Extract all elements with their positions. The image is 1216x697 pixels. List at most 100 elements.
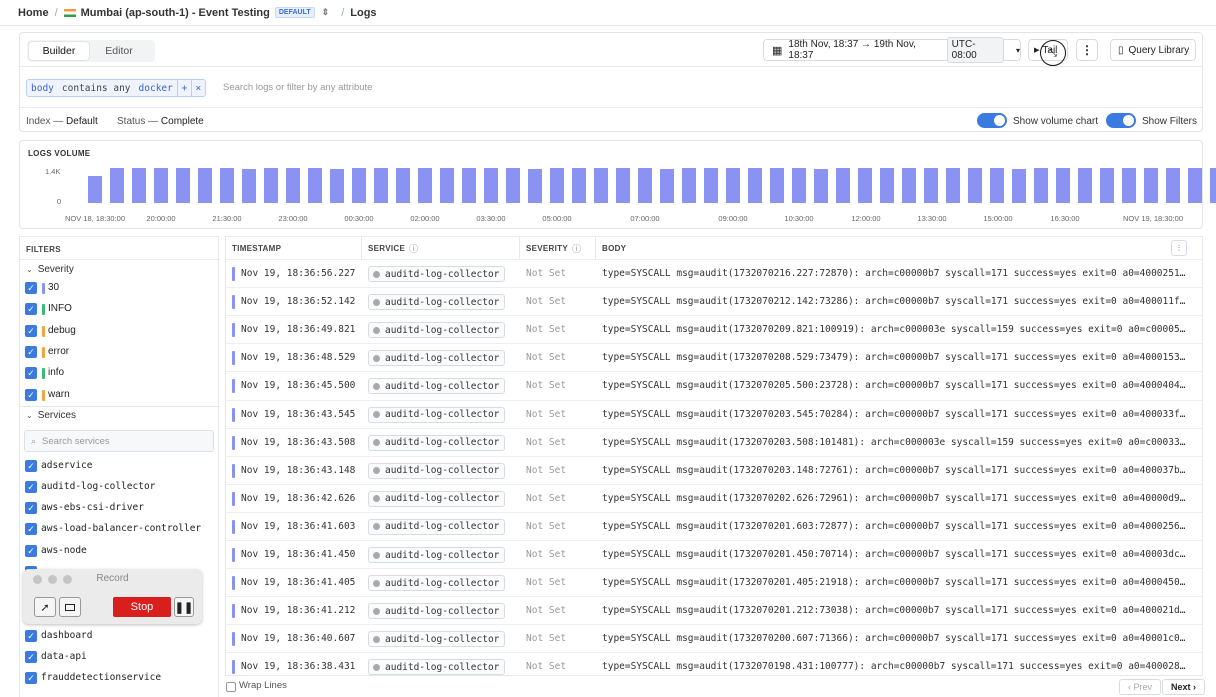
volume-bar[interactable] [396, 168, 410, 203]
breadcrumb-home[interactable]: Home [18, 7, 49, 19]
volume-bar[interactable] [594, 168, 608, 203]
table-row[interactable]: Nov 19, 18:36:56.227 auditd-log-collector… [226, 259, 1202, 287]
severity-checkbox[interactable]: ✓ [25, 282, 37, 294]
volume-bar[interactable] [638, 168, 652, 203]
filters-toggle[interactable] [1106, 113, 1136, 128]
column-header-body[interactable]: BODY [596, 237, 1196, 259]
severity-checkbox[interactable]: ✓ [25, 367, 37, 380]
volume-bar[interactable] [88, 176, 102, 203]
column-header-severity[interactable]: SEVERITY ⓘ [520, 237, 596, 259]
table-row[interactable]: Nov 19, 18:36:38.431 auditd-log-collector… [226, 652, 1202, 675]
volume-bar[interactable] [946, 168, 960, 203]
column-settings-button[interactable]: ⫶ [1171, 240, 1187, 256]
tab-builder[interactable]: Builder [29, 42, 89, 60]
volume-bar[interactable] [154, 168, 168, 203]
volume-bar[interactable] [352, 168, 366, 203]
volume-bar[interactable] [220, 168, 234, 203]
volume-bar[interactable] [902, 168, 916, 203]
volume-bar[interactable] [814, 169, 828, 203]
column-header-timestamp[interactable]: TIMESTAMP [226, 237, 362, 259]
service-cell[interactable]: auditd-log-collector [368, 406, 506, 423]
service-checkbox[interactable]: ✓ [25, 523, 37, 535]
next-page-button[interactable]: Next › [1162, 679, 1206, 695]
volume-bar[interactable] [1144, 168, 1158, 203]
volume-bar[interactable] [286, 168, 300, 203]
volume-bar[interactable] [616, 168, 630, 203]
volume-bar[interactable] [176, 168, 190, 203]
volume-bar[interactable] [836, 168, 850, 203]
stop-button[interactable]: Stop [113, 597, 171, 617]
volume-bar[interactable] [198, 168, 212, 203]
table-row[interactable]: Nov 19, 18:36:41.603 auditd-log-collector… [226, 511, 1202, 540]
volume-bar[interactable] [374, 168, 388, 203]
table-row[interactable]: Nov 19, 18:36:52.142 auditd-log-collector… [226, 287, 1202, 315]
pause-button[interactable]: ❚❚ [174, 597, 194, 617]
search-services-input[interactable]: ⌕ Search services [24, 430, 214, 452]
service-cell[interactable]: auditd-log-collector [368, 603, 506, 620]
query-library-button[interactable]: ▯ Query Library [1110, 39, 1196, 61]
service-checkbox[interactable]: ✓ [25, 481, 37, 493]
more-options-button[interactable]: ⋮ [1076, 39, 1098, 61]
service-cell[interactable]: auditd-log-collector [368, 575, 506, 592]
severity-checkbox[interactable]: ✓ [25, 345, 37, 358]
volume-bar[interactable] [858, 168, 872, 203]
volume-bar[interactable] [264, 168, 278, 203]
volume-bar[interactable] [880, 168, 894, 203]
arrow-tool-button[interactable]: ➚ [34, 597, 56, 617]
service-cell[interactable]: auditd-log-collector [368, 518, 506, 535]
service-cell[interactable]: auditd-log-collector [368, 462, 506, 479]
volume-bar[interactable] [770, 168, 784, 203]
volume-chart-toggle[interactable] [977, 113, 1007, 128]
service-cell[interactable]: auditd-log-collector [368, 378, 506, 395]
volume-bar[interactable] [572, 168, 586, 203]
service-checkbox[interactable]: ✓ [25, 630, 37, 642]
volume-bar[interactable] [330, 169, 344, 203]
volume-bar[interactable] [110, 168, 124, 203]
remove-filter-icon[interactable]: × [190, 80, 205, 96]
services-section-header[interactable]: ⌄ Services [26, 410, 76, 421]
service-cell[interactable]: auditd-log-collector [368, 547, 506, 563]
volume-bar[interactable] [968, 168, 982, 203]
volume-bar[interactable] [924, 168, 938, 203]
service-checkbox[interactable]: ✓ [25, 672, 37, 684]
volume-bar[interactable] [528, 169, 542, 203]
rectangle-tool-button[interactable] [59, 597, 81, 617]
volume-bar[interactable] [484, 168, 498, 203]
table-row[interactable]: Nov 19, 18:36:41.212 auditd-log-collector… [226, 596, 1202, 624]
service-checkbox[interactable]: ✓ [25, 545, 37, 557]
column-header-service[interactable]: SERVICE ⓘ [362, 237, 520, 259]
table-row[interactable]: Nov 19, 18:36:49.821 auditd-log-collector… [226, 315, 1202, 343]
volume-bar[interactable] [660, 169, 674, 203]
table-row[interactable]: Nov 19, 18:36:43.148 auditd-log-collector… [226, 455, 1202, 484]
volume-bar[interactable] [1100, 168, 1114, 203]
volume-bar[interactable] [792, 168, 806, 203]
volume-bar[interactable] [748, 168, 762, 203]
table-row[interactable]: Nov 19, 18:36:43.508 auditd-log-collector… [226, 427, 1202, 456]
table-row[interactable]: Nov 19, 18:36:40.607 auditd-log-collector… [226, 624, 1202, 652]
service-cell[interactable]: auditd-log-collector [368, 266, 506, 282]
volume-bar[interactable] [242, 169, 256, 203]
volume-bar[interactable] [1034, 168, 1048, 203]
table-row[interactable]: Nov 19, 18:36:45.500 auditd-log-collector… [226, 371, 1202, 399]
volume-bar[interactable] [1122, 168, 1136, 203]
volume-bar[interactable] [990, 168, 1004, 203]
service-cell[interactable]: auditd-log-collector [368, 434, 506, 451]
table-row[interactable]: Nov 19, 18:36:48.529 auditd-log-collector… [226, 343, 1202, 371]
volume-bar[interactable] [506, 168, 520, 203]
volume-bar[interactable] [1188, 168, 1202, 203]
service-checkbox[interactable]: ✓ [25, 502, 37, 514]
table-row[interactable]: Nov 19, 18:36:41.405 auditd-log-collector… [226, 568, 1202, 596]
volume-bar[interactable] [440, 168, 454, 203]
service-cell[interactable]: auditd-log-collector [368, 350, 506, 367]
service-cell[interactable]: auditd-log-collector [368, 631, 506, 648]
service-checkbox[interactable]: ✓ [25, 651, 37, 663]
service-cell[interactable]: auditd-log-collector [368, 322, 506, 339]
severity-section-header[interactable]: ⌄ Severity [26, 264, 74, 275]
volume-bar[interactable] [462, 168, 476, 203]
service-cell[interactable]: auditd-log-collector [368, 659, 506, 675]
severity-checkbox[interactable]: ✓ [25, 324, 37, 337]
prev-page-button[interactable]: ‹ Prev [1119, 679, 1162, 695]
severity-checkbox[interactable]: ✓ [25, 388, 37, 401]
filter-chip[interactable]: body contains any docker + × [26, 79, 206, 97]
table-row[interactable]: Nov 19, 18:36:43.545 auditd-log-collector… [226, 399, 1202, 428]
